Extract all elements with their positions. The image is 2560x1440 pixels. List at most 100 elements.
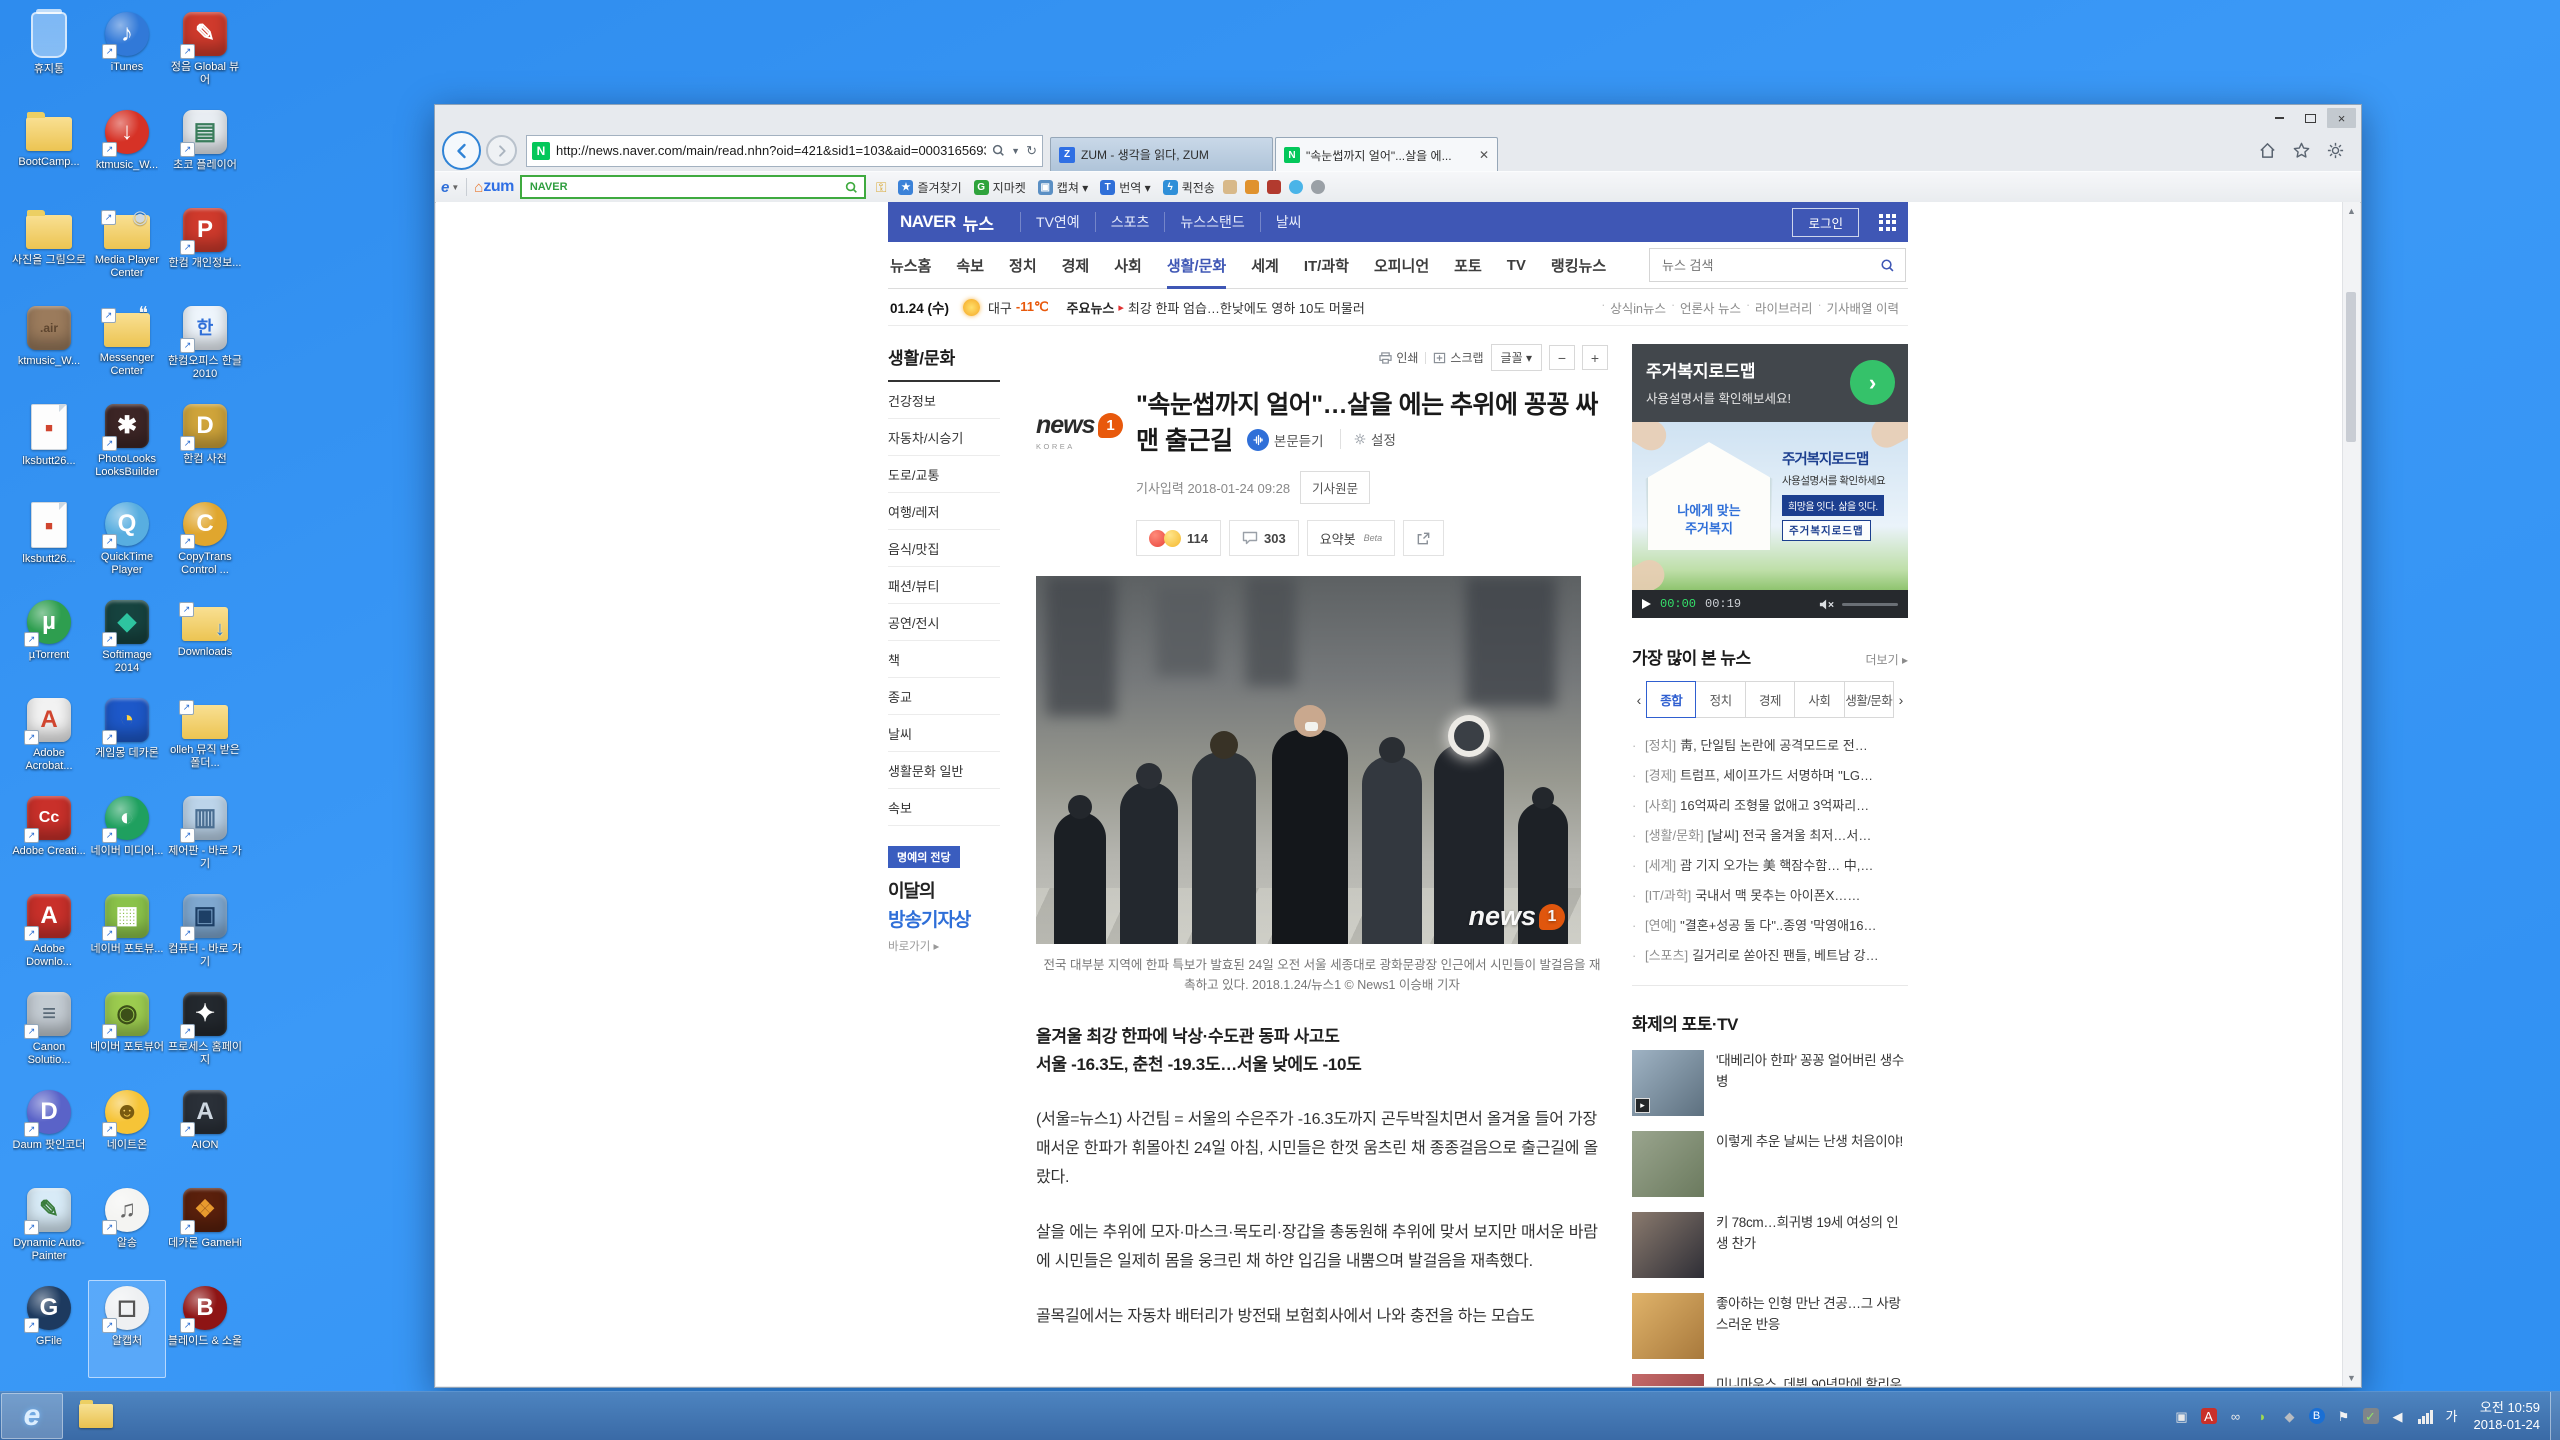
- desktop-icon[interactable]: ◔ 게임몽 데카론: [88, 692, 166, 790]
- desktop-icon[interactable]: .air ktmusic_W...: [10, 300, 88, 398]
- desktop-icon[interactable]: ◐ 네이버 미디어...: [88, 790, 166, 888]
- toolbar-button[interactable]: ★ 즐겨찾기: [898, 179, 961, 196]
- refresh-icon[interactable]: ↻: [1026, 143, 1037, 159]
- print-button[interactable]: 인쇄: [1379, 349, 1418, 366]
- close-button[interactable]: ×: [2327, 108, 2356, 128]
- sidebar-category-item[interactable]: 날씨: [888, 715, 1000, 752]
- news-list-item[interactable]: [사회]16억짜리 조형물 없애고 3억짜리…: [1632, 789, 1908, 819]
- desktop-icon[interactable]: 휴지통: [10, 6, 88, 104]
- photo-tv-item[interactable]: 이렇게 추운 날씨는 난생 처음이야!: [1632, 1131, 1908, 1197]
- taskbar-ie-button[interactable]: e: [1, 1393, 63, 1439]
- desktop-icon[interactable]: P 한컴 개인정보...: [166, 202, 244, 300]
- news-search-input[interactable]: [1660, 257, 1880, 274]
- news-search-icon[interactable]: [1880, 258, 1895, 273]
- desktop-icon[interactable]: C CopyTrans Control ...: [166, 496, 244, 594]
- desktop-icon[interactable]: ▤ 초코 플레이어: [166, 104, 244, 202]
- desktop-icon[interactable]: ■ lksbutt26...: [10, 496, 88, 594]
- minimize-button[interactable]: [2265, 108, 2294, 128]
- listen-button[interactable]: 본문듣기: [1247, 429, 1324, 451]
- forward-button[interactable]: [486, 135, 517, 166]
- desktop-icon[interactable]: ◆ Softimage 2014: [88, 594, 166, 692]
- news-list-item[interactable]: [경제]트럼프, 세이프가드 서명하며 "LG…: [1632, 759, 1908, 789]
- zum-search-input[interactable]: [528, 180, 845, 194]
- brush-icon[interactable]: [1245, 180, 1259, 194]
- share-button[interactable]: [1403, 520, 1444, 556]
- desktop-icon[interactable]: ♫ 알송: [88, 1182, 166, 1280]
- desktop-icon[interactable]: D 한컴 사전: [166, 398, 244, 496]
- desktop-icon[interactable]: ≡ Canon Solutio...: [10, 986, 88, 1084]
- photo-tv-item[interactable]: 좋아하는 인형 만난 견공…그 사랑스러운 반응: [1632, 1293, 1908, 1359]
- photo-tv-item[interactable]: 키 78cm…희귀병 19세 여성의 인생 찬가: [1632, 1212, 1908, 1278]
- desktop-icon[interactable]: 사진을 그림으로: [10, 202, 88, 300]
- tray-icon[interactable]: ◆: [2282, 1408, 2298, 1424]
- original-article-button[interactable]: 기사원문: [1300, 471, 1370, 504]
- ticker-link[interactable]: 기사배열 이력: [1820, 298, 1906, 317]
- news-list-item[interactable]: [스포츠]길거리로 쏟아진 팬들, 베트남 강…: [1632, 939, 1908, 969]
- ad-banner[interactable]: 주거복지로드맵 사용설명서를 확인해보세요! › 나에게 맞는주거복지: [1632, 344, 1908, 618]
- news-list-item[interactable]: [생활/문화][날씨] 전국 올겨울 최저…서…: [1632, 819, 1908, 849]
- tray-icon[interactable]: ▣: [2174, 1408, 2190, 1424]
- tray-icon[interactable]: [2417, 1408, 2433, 1424]
- desktop-icon[interactable]: Downloads: [166, 594, 244, 692]
- photo-tv-item[interactable]: '대베리아 한파' 꽁꽁 얼어버린 생수병: [1632, 1050, 1908, 1116]
- sidebar-category-item[interactable]: 생활문화 일반: [888, 752, 1000, 789]
- most-viewed-tab[interactable]: 정치: [1696, 681, 1745, 718]
- desktop-icon[interactable]: ◻ 알캡처: [88, 1280, 166, 1378]
- tray-icon[interactable]: A: [2201, 1408, 2217, 1424]
- mute-speaker-icon[interactable]: [1819, 598, 1835, 611]
- sidebar-category-item[interactable]: 책: [888, 641, 1000, 678]
- tabs-next-arrow[interactable]: ›: [1894, 681, 1908, 718]
- back-button[interactable]: [442, 131, 481, 170]
- desktop-icon[interactable]: µ µTorrent: [10, 594, 88, 692]
- most-viewed-tab[interactable]: 사회: [1795, 681, 1844, 718]
- font-size-button[interactable]: 글꼴 ▾: [1491, 344, 1542, 371]
- desktop-icon[interactable]: olleh 뮤직 받은 폴더...: [166, 692, 244, 790]
- gnb-menu-item[interactable]: 뉴스스탠드: [1164, 212, 1259, 232]
- desktop-icon[interactable]: A AION: [166, 1084, 244, 1182]
- desktop-icon[interactable]: ✎ 정음 Global 뷰어: [166, 6, 244, 104]
- gnb-menu-item[interactable]: TV연예: [1020, 212, 1095, 232]
- desktop-icon[interactable]: ✦ 프로세스 홈페이지: [166, 986, 244, 1084]
- most-viewed-tab[interactable]: 경제: [1746, 681, 1795, 718]
- category-tab[interactable]: 경제: [1062, 242, 1090, 288]
- zum-search-box[interactable]: [520, 175, 866, 199]
- taskbar-explorer-button[interactable]: [65, 1393, 127, 1439]
- desktop-icon[interactable]: ■ lksbutt26...: [10, 398, 88, 496]
- tab-close-icon[interactable]: ✕: [1479, 148, 1489, 162]
- news-list-item[interactable]: [세계]괌 기지 오가는 美 핵잠수함… 中,…: [1632, 849, 1908, 879]
- font-smaller-button[interactable]: −: [1549, 345, 1575, 370]
- url-text[interactable]: http://news.naver.com/main/read.nhn?oid=…: [556, 143, 986, 158]
- scroll-down-arrow[interactable]: ▼: [2343, 1369, 2360, 1386]
- desktop-icon[interactable]: ▥ 제어판 - 바로 가기: [166, 790, 244, 888]
- tray-icon[interactable]: 가: [2444, 1408, 2460, 1424]
- desktop-icon[interactable]: A Adobe Acrobat...: [10, 692, 88, 790]
- category-tab[interactable]: 오피니언: [1374, 242, 1429, 288]
- desktop-icon[interactable]: ☻ 네이트온: [88, 1084, 166, 1182]
- news-list-item[interactable]: [연예]"결혼+성공 둘 다"..종영 '막영애16…: [1632, 909, 1908, 939]
- thumbnail[interactable]: [1632, 1212, 1704, 1278]
- thumbnail[interactable]: [1632, 1131, 1704, 1197]
- ie-compat-icon[interactable]: e: [441, 179, 449, 196]
- key-icon[interactable]: ⚿: [876, 179, 887, 196]
- login-button[interactable]: 로그인: [1792, 208, 1859, 237]
- desktop-icon[interactable]: D Daum 팟인코더: [10, 1084, 88, 1182]
- autocomplete-dropdown-icon[interactable]: ▼: [1011, 146, 1020, 156]
- sidebar-category-item[interactable]: 음식/맛집: [888, 530, 1000, 567]
- comments-button[interactable]: 303: [1229, 520, 1299, 556]
- summary-bot-button[interactable]: 요약봇Beta: [1307, 520, 1395, 556]
- toolbar-button[interactable]: ▣ 캡쳐 ▾: [1038, 179, 1088, 196]
- browser-tab[interactable]: N "속눈썹까지 얼어"...살을 에... ✕: [1275, 137, 1498, 172]
- desktop-icon[interactable]: BootCamp...: [10, 104, 88, 202]
- page-scrollbar[interactable]: ▲ ▼: [2342, 202, 2360, 1386]
- category-tab[interactable]: 세계: [1251, 242, 1279, 288]
- tray-icon[interactable]: ◀: [2390, 1408, 2406, 1424]
- news-search-box[interactable]: [1649, 248, 1906, 282]
- home-icon[interactable]: [2258, 141, 2277, 160]
- ticker-link[interactable]: 라이브러리: [1748, 298, 1820, 317]
- scrap-button[interactable]: 스크랩: [1433, 349, 1483, 366]
- thumbnail[interactable]: [1632, 1374, 1704, 1386]
- press-logo[interactable]: news1 KOREA: [1036, 387, 1136, 556]
- sidebar-category-item[interactable]: 종교: [888, 678, 1000, 715]
- most-viewed-more-link[interactable]: 더보기 ▸: [1866, 651, 1908, 668]
- photo-tv-item[interactable]: 미니마우스, 데뷔 90년만에 할리우드 명예의 거리 입…: [1632, 1374, 1908, 1386]
